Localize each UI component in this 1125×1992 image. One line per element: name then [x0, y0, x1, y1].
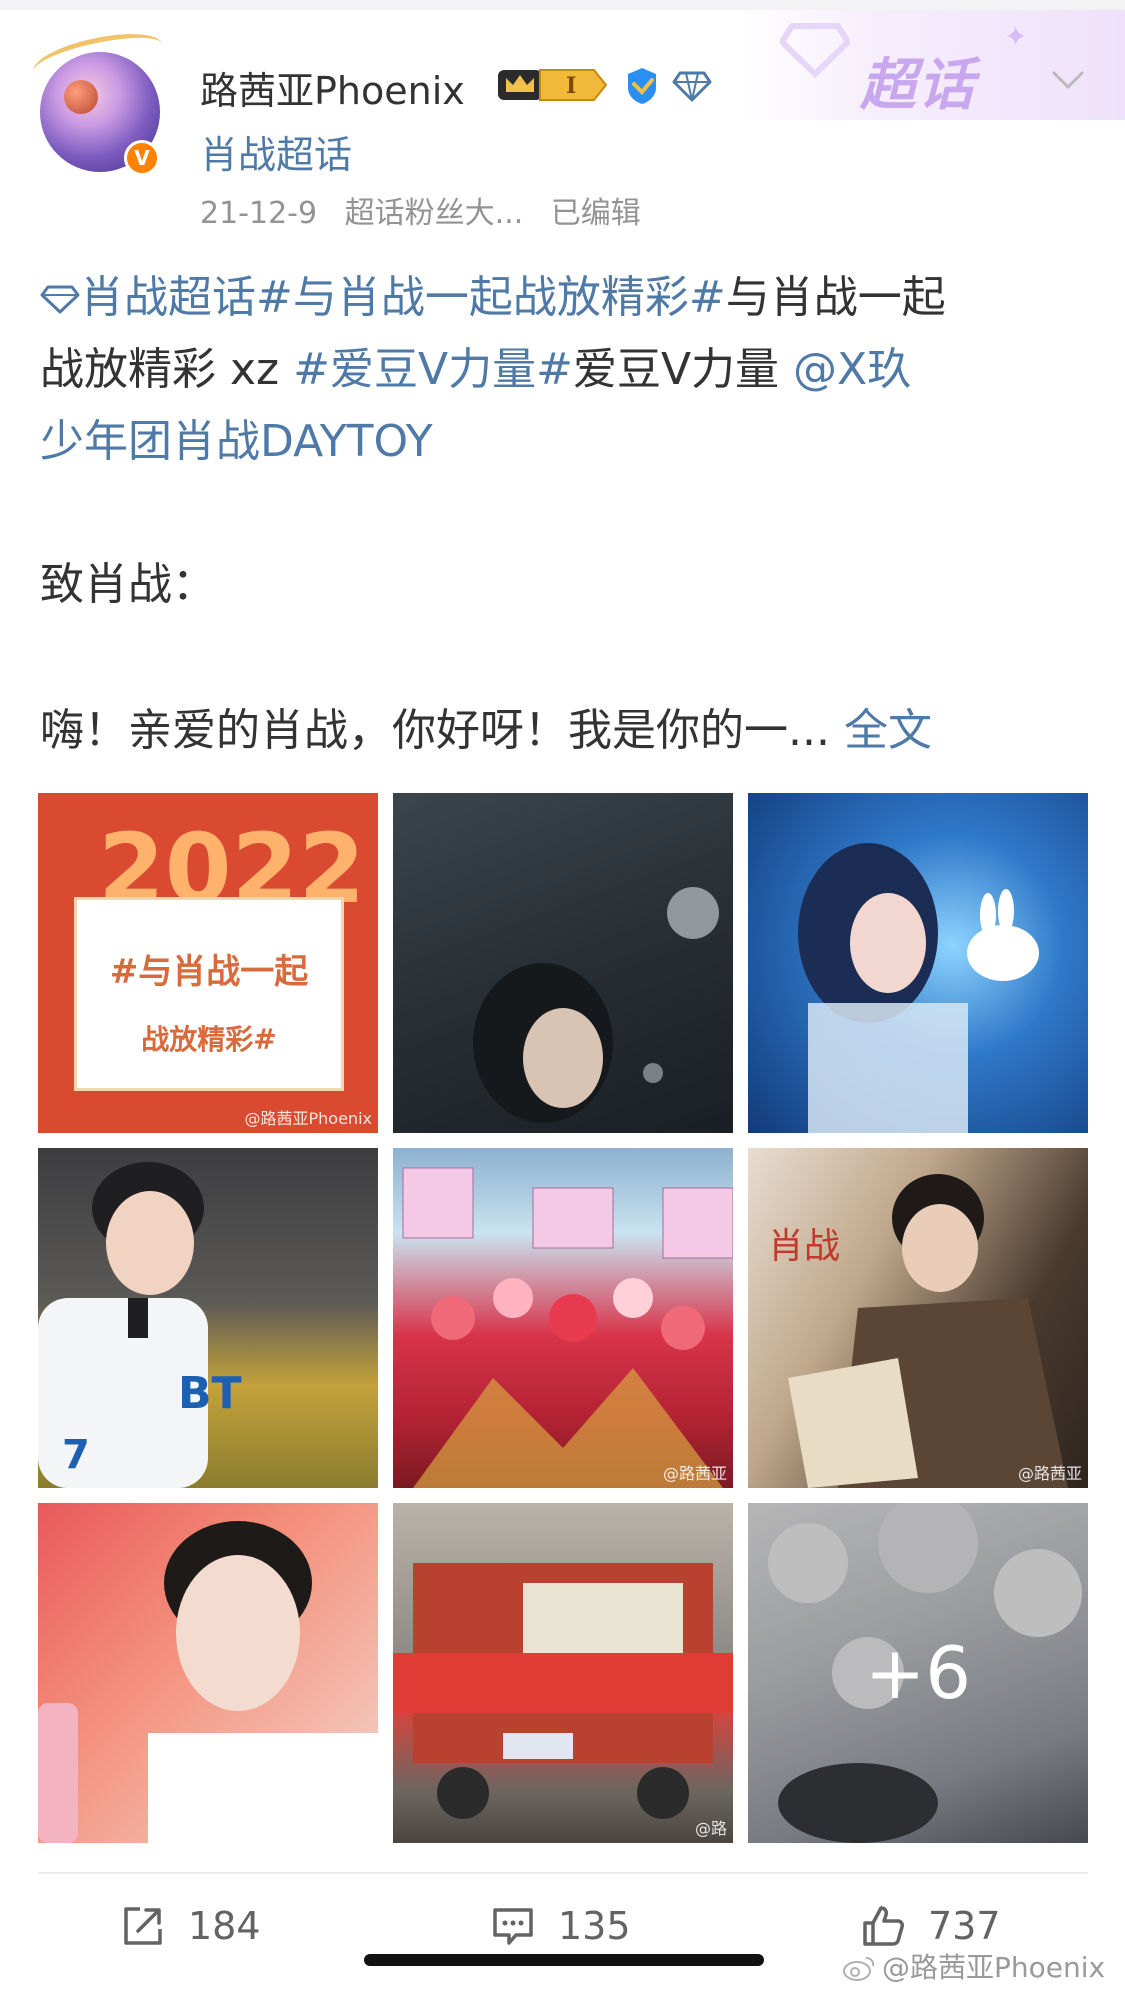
home-indicator[interactable] [364, 1954, 764, 1966]
photo-thumbnail-4[interactable]: BT 7 [38, 1148, 378, 1488]
post-line-2: 战放精彩 xz #爱豆V力量#爱豆V力量 @X玖 [40, 334, 1090, 406]
post-text-segment: 与肖战一起 [725, 272, 946, 323]
blue-verified-icon [628, 68, 656, 104]
flower-basket-image [402, 1167, 733, 1488]
portrait-silhouette [473, 887, 719, 1123]
svg-text:BT: BT [178, 1368, 242, 1419]
photo-watermark: @路茜亚 [1017, 1464, 1082, 1483]
diamond-icon [672, 71, 712, 102]
photo-watermark: @路茜亚Phoenix [244, 1109, 372, 1128]
mention-link[interactable]: 少年团肖战DAYTOY [40, 416, 433, 467]
top-strip [0, 0, 1125, 10]
hashtag-link[interactable]: 肖战超话#与肖战一起战放精彩# [80, 272, 726, 323]
photo-card: #与肖战一起 战放精彩# [74, 897, 344, 1091]
svg-text:7: 7 [62, 1432, 90, 1478]
photo-thumbnail-7[interactable]: @路茜亚 [38, 1503, 378, 1843]
svg-text:肖战: 肖战 [768, 1226, 840, 1267]
photo-thumbnail-5[interactable]: @路茜亚 [393, 1148, 733, 1488]
photo-thumbnail-8[interactable]: @路 [393, 1503, 733, 1843]
card-text-line-1: #与肖战一起 [109, 952, 309, 992]
repost-icon [124, 1907, 162, 1945]
thumbs-up-icon [863, 1906, 904, 1946]
comment-icon [493, 1908, 533, 1945]
planet-icon [64, 80, 98, 114]
portrait-image [38, 1521, 378, 1843]
edited-label: 已编辑 [550, 196, 641, 231]
photo-thumbnail-9[interactable]: +6 [748, 1503, 1088, 1843]
chevron-down-icon[interactable] [1048, 60, 1088, 100]
post-text-segment: 战放精彩 xz [40, 344, 294, 395]
divider [38, 1872, 1088, 1874]
comment-button[interactable]: 135 [490, 1896, 631, 1956]
repost-button[interactable]: 184 [120, 1896, 261, 1956]
image-watermark: @路茜亚Phoenix [842, 1946, 1105, 1986]
level-crown-badge-icon: I [498, 69, 608, 101]
watermark-text: @路茜亚Phoenix [882, 1951, 1106, 1984]
post-meta: 21-12-9 超话粉丝大... 已编辑 [200, 188, 659, 232]
level-text: I [566, 73, 576, 99]
excerpt-text: 嗨！亲爱的肖战，你好呀！我是你的一... [40, 705, 830, 756]
card-text-line-2: 战放精彩# [141, 1023, 277, 1056]
photo-thumbnail-1[interactable]: 2022 #与肖战一起 战放精彩# @路茜亚Phoenix [38, 793, 378, 1133]
post-text-segment: 爱豆V力量 [572, 344, 794, 395]
username[interactable]: 路茜亚Phoenix [200, 60, 465, 115]
post-line-1: 肖战超话#与肖战一起战放精彩#与肖战一起 [40, 262, 1090, 334]
photo-thumbnail-6[interactable]: 肖战 @路茜亚 [748, 1148, 1088, 1488]
post-excerpt: 嗨！亲爱的肖战，你好呀！我是你的一... 全文 [40, 694, 932, 758]
repost-count: 184 [188, 1904, 261, 1948]
reading-man-image: 肖战 [768, 1174, 1068, 1488]
diamond-decoration-icon [780, 23, 850, 78]
post-line-3: 少年团肖战DAYTOY [40, 406, 1090, 478]
post-greeting: 致肖战： [40, 559, 216, 610]
portrait-with-rabbit [798, 843, 1039, 1133]
truck-image [393, 1563, 733, 1819]
photo-watermark: @路茜亚 [307, 1819, 372, 1838]
photo-watermark: @路 [694, 1819, 727, 1838]
photo-thumbnail-2[interactable] [393, 793, 733, 1133]
topic-diamond-icon [40, 285, 80, 314]
comment-count: 135 [558, 1904, 631, 1948]
post-body: 肖战超话#与肖战一起战放精彩#与肖战一起 战放精彩 xz #爱豆V力量#爱豆V力… [40, 262, 1090, 478]
full-text-link[interactable]: 全文 [844, 705, 932, 756]
like-count: 737 [928, 1904, 1001, 1948]
super-topic-link[interactable]: 肖战超话 [200, 124, 352, 179]
photo-thumbnail-3[interactable] [748, 793, 1088, 1133]
post-source: 超话粉丝大... [344, 196, 524, 231]
more-photos-count: +6 [748, 1503, 1088, 1843]
mention-link[interactable]: @X玖 [793, 344, 911, 395]
super-topic-label: 超话 [860, 53, 976, 118]
verified-v-icon: V [124, 140, 160, 176]
weibo-logo-icon [843, 1957, 875, 1981]
post-date: 21-12-9 [200, 196, 318, 231]
hockey-player-figure: BT 7 [38, 1162, 242, 1488]
hashtag-link[interactable]: #爱豆V力量# [293, 344, 573, 395]
photo-watermark: @路茜亚 [662, 1464, 727, 1483]
sparkle-icon: ✦ [1004, 20, 1028, 53]
photo-grid: 2022 #与肖战一起 战放精彩# @路茜亚Phoenix BT 7 @路茜亚 … [38, 793, 1088, 1843]
